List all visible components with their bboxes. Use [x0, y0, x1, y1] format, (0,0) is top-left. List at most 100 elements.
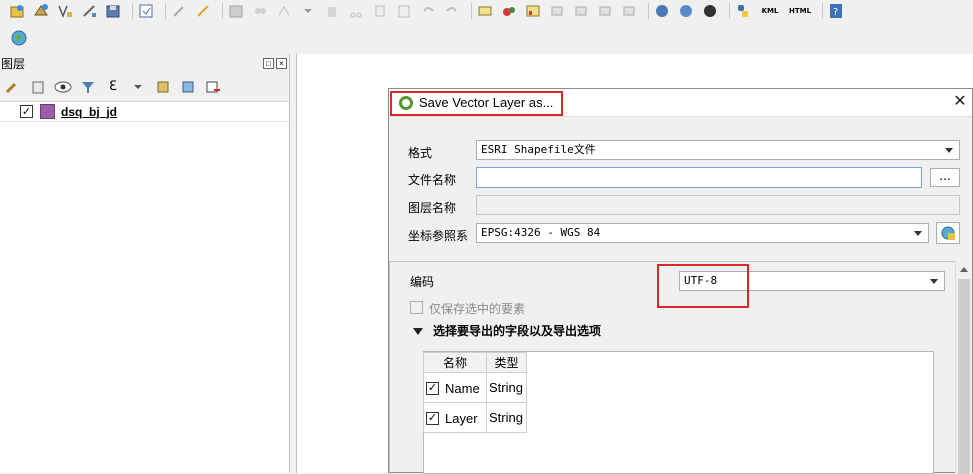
label-pin-icon[interactable] [548, 2, 566, 20]
save-vector-layer-dialog: Save Vector Layer as... ✕ 格式 ESRI Shapef… [388, 88, 973, 474]
crs-combo[interactable]: EPSG:4326 - WGS 84 [476, 223, 929, 243]
vertical-scrollbar[interactable] [955, 261, 972, 474]
main-toolbar: KML HTML ? [0, 0, 973, 22]
table-row[interactable]: ✓ Layer String [423, 402, 527, 433]
pencil-icon[interactable] [170, 2, 188, 20]
add-group-icon[interactable] [29, 78, 47, 96]
globe-icon [941, 226, 955, 240]
fields-table-header: 名称 类型 [423, 352, 527, 373]
node-tool-icon[interactable] [275, 2, 293, 20]
filename-input[interactable] [476, 167, 922, 188]
style-icon[interactable] [500, 2, 518, 20]
dialog-titlebar: Save Vector Layer as... ✕ [389, 89, 972, 117]
toolbar-separator [165, 3, 166, 19]
web-toolbar [0, 26, 973, 50]
vector-add-icon[interactable] [56, 2, 74, 20]
save-layer-icon[interactable] [104, 2, 122, 20]
copy-icon[interactable] [371, 2, 389, 20]
layername-row: 图层名称 [389, 195, 973, 219]
digitize-icon[interactable] [80, 2, 98, 20]
layers-panel-header: 图层 □ × [0, 54, 289, 72]
layer-visibility-checkbox[interactable]: ✓ [20, 105, 33, 118]
float-icon[interactable]: □ [263, 57, 274, 69]
save-edits-icon[interactable] [227, 2, 245, 20]
collapse-arrow-icon[interactable] [413, 328, 423, 335]
undo-icon[interactable] [419, 2, 437, 20]
toolbar-separator [729, 3, 730, 19]
field-name: Name [445, 381, 480, 396]
edit-icon[interactable] [194, 2, 212, 20]
dialog-title: Save Vector Layer as... [419, 95, 554, 110]
digitize-icon[interactable] [251, 2, 269, 20]
kml-icon[interactable]: KML [758, 2, 782, 20]
toolbar-separator [648, 3, 649, 19]
eye-icon[interactable] [54, 78, 72, 96]
field-checkbox[interactable]: ✓ [426, 382, 439, 395]
layers-panel-title: 图层 [1, 56, 26, 71]
layername-input[interactable] [476, 195, 960, 215]
table-row[interactable]: ✓ Name String [423, 372, 527, 403]
svg-text:?: ? [833, 7, 838, 18]
layername-label: 图层名称 [408, 201, 457, 215]
label-change-icon[interactable] [620, 2, 638, 20]
identify-icon[interactable] [653, 2, 671, 20]
browse-button[interactable]: ... [930, 168, 960, 187]
fields-table: 名称 类型 ✓ Name String ✓ Layer String [423, 352, 527, 433]
cut-icon[interactable] [347, 2, 365, 20]
toolbar-separator [132, 3, 133, 19]
filename-label: 文件名称 [408, 173, 457, 187]
only-selected-label: 仅保存选中的要素 [429, 302, 526, 316]
layer-name[interactable]: dsq_bj_jd [61, 105, 117, 119]
paste-icon[interactable] [395, 2, 413, 20]
close-icon[interactable]: ✕ [951, 92, 969, 110]
only-selected-checkbox[interactable] [410, 301, 423, 314]
diagram-icon[interactable] [524, 2, 542, 20]
label-icon[interactable] [476, 2, 494, 20]
scroll-up-icon[interactable] [960, 267, 968, 272]
format-row: 格式 ESRI Shapefile文件 [389, 140, 973, 164]
label-move-icon[interactable] [572, 2, 590, 20]
crs-label: 坐标参照系 [408, 229, 469, 243]
layer-list: ✓ dsq_bj_jd [0, 102, 289, 122]
html-icon[interactable]: HTML [788, 2, 812, 20]
chevron-down-icon [945, 148, 953, 153]
filter-icon[interactable] [79, 78, 97, 96]
delete-icon[interactable] [323, 2, 341, 20]
crs-value: EPSG:4326 - WGS 84 [481, 226, 601, 239]
field-type: String [486, 402, 527, 433]
chevron-down-icon[interactable] [299, 2, 317, 20]
field-type: String [486, 372, 527, 403]
metasearch-icon[interactable] [677, 2, 695, 20]
fields-table-container: 名称 类型 ✓ Name String ✓ Layer String [423, 351, 934, 474]
redo-icon[interactable] [443, 2, 461, 20]
style-icon[interactable] [4, 78, 22, 96]
expression-filter-icon[interactable]: ℇ [104, 78, 122, 96]
close-icon[interactable]: × [276, 57, 287, 69]
scrollbar-thumb[interactable] [958, 279, 970, 474]
help-icon[interactable]: ? [827, 2, 845, 20]
fields-section-title[interactable]: 选择要导出的字段以及导出选项 [433, 322, 601, 339]
toolbar-separator [471, 3, 472, 19]
field-name: Layer [445, 411, 478, 426]
layers-panel-toolbar: ℇ [0, 72, 289, 102]
layer-symbol-swatch [40, 104, 55, 119]
column-header-type[interactable]: 类型 [486, 352, 527, 373]
format-combo[interactable]: ESRI Shapefile文件 [476, 140, 960, 160]
python-icon[interactable] [734, 2, 752, 20]
layer-open-icon[interactable] [8, 2, 26, 20]
layer-row[interactable]: ✓ dsq_bj_jd [0, 102, 289, 122]
chevron-down-icon[interactable] [129, 78, 147, 96]
label-rotate-icon[interactable] [596, 2, 614, 20]
collapse-all-icon[interactable] [179, 78, 197, 96]
layer-add-icon[interactable] [32, 2, 50, 20]
toolbar-separator [222, 3, 223, 19]
expand-all-icon[interactable] [154, 78, 172, 96]
format-label: 格式 [408, 146, 433, 160]
globe-icon[interactable] [10, 29, 28, 47]
field-checkbox[interactable]: ✓ [426, 412, 439, 425]
plugin-icon[interactable] [701, 2, 719, 20]
attribute-table-icon[interactable] [137, 2, 155, 20]
crs-select-button[interactable] [936, 222, 960, 244]
column-header-name[interactable]: 名称 [423, 352, 487, 373]
remove-layer-icon[interactable] [204, 78, 222, 96]
